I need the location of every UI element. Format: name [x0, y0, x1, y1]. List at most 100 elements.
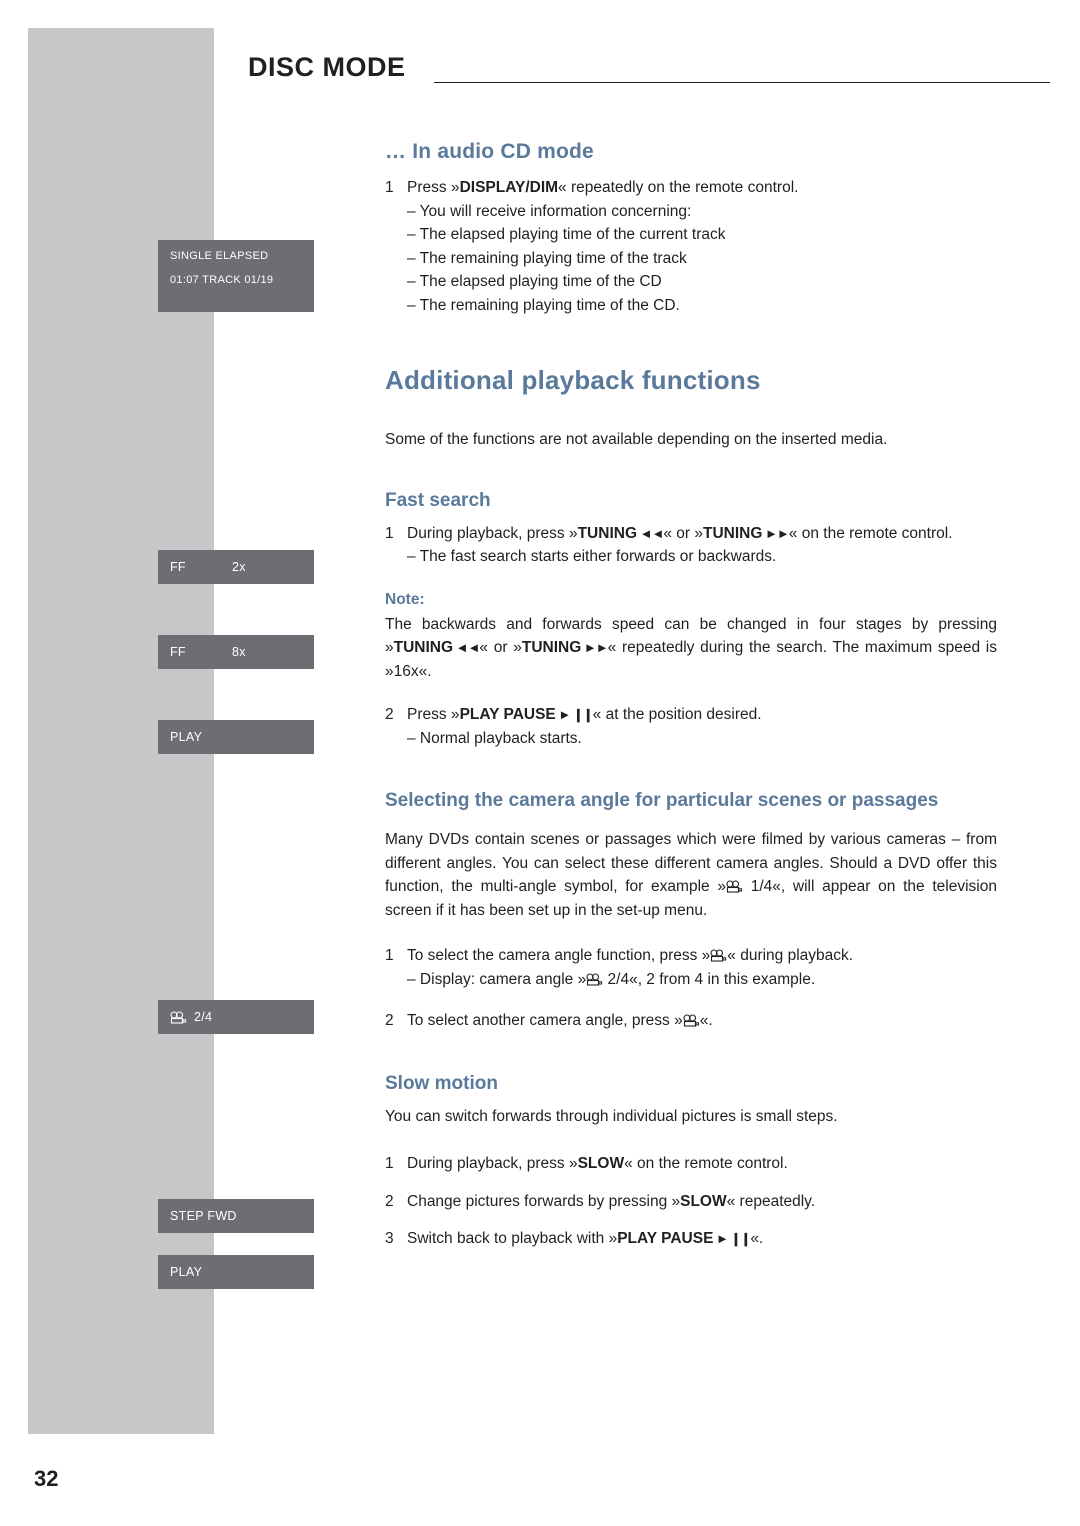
tuning-key-fwd: TUNING	[703, 524, 763, 542]
slow-motion-heading: Slow motion	[385, 1072, 498, 1094]
note-rewind-icon: ◄◄	[453, 640, 481, 655]
fast-search-step-2: 2 Press »PLAY PAUSE ► ❙❙« at the positio…	[385, 703, 997, 727]
audio-cd-step-1: 1 Press »DISPLAY/DIM« repeatedly on the …	[385, 176, 997, 200]
camera-angle-intro: Many DVDs contain scenes or passages whi…	[385, 828, 997, 922]
fs-s1-c: « on the remote control.	[788, 524, 953, 542]
ff-8x-display: FF 8x	[158, 635, 314, 669]
ff-8x-value: 8x	[232, 645, 246, 659]
play-display-1: PLAY	[158, 720, 314, 754]
sm-s2-a: Change pictures forwards by pressing »	[407, 1192, 681, 1210]
fast-search-step-2-result: – Normal playback starts.	[407, 729, 582, 747]
fast-search-heading: Fast search	[385, 489, 491, 511]
slow-key-2: SLOW	[680, 1192, 727, 1210]
audio-cd-bullet-0: – You will receive information concernin…	[407, 202, 692, 220]
sm-s2-c: « repeatedly.	[726, 1192, 816, 1210]
slow-motion-step-3-text: Switch back to playback with »PLAY PAUSE…	[407, 1227, 997, 1251]
sm-s3-c: «.	[750, 1230, 764, 1247]
slow-motion-step-2-number: 2	[385, 1192, 394, 1210]
camera-angle-step-2-number: 2	[385, 1012, 394, 1029]
play-2-key: PLAY	[170, 1265, 203, 1279]
fast-search-note: The backwards and forwards speed can be …	[385, 613, 997, 684]
multi-angle-icon-step2	[683, 1014, 700, 1027]
multi-angle-icon-result	[586, 972, 603, 986]
slow-motion-step-1: 1 During playback, press »SLOW« on the r…	[385, 1152, 997, 1176]
audio-cd-heading: … In audio CD mode	[385, 140, 594, 163]
audio-cd-step-1-a: Press »	[407, 179, 460, 196]
page: DISC MODE SINGLE ELAPSED 01:07 TRACK 01/…	[0, 0, 1080, 1526]
display-dim-key: DISPLAY/DIM	[459, 179, 559, 196]
fast-search-step-1-number: 1	[385, 524, 394, 542]
audio-cd-bullet-4: – The remaining playing time of the CD.	[407, 296, 680, 314]
slow-motion-step-1-text: During playback, press »SLOW« on the rem…	[407, 1152, 997, 1176]
fast-forward-icon: ►►	[762, 525, 790, 541]
main-content: … In audio CD mode 1 Press »DISPLAY/DIM«…	[385, 140, 997, 1251]
fast-search-result: – The fast search starts either forwards…	[407, 548, 777, 565]
sm-s1-c: « on the remote control.	[624, 1155, 788, 1172]
camera-angle-step-2: 2 To select another camera angle, press …	[385, 1009, 997, 1033]
header-rule	[434, 82, 1050, 83]
slow-motion-step-1-number: 1	[385, 1155, 394, 1172]
fs-s2-a: Press »	[407, 706, 460, 723]
fast-search-step-2-number: 2	[385, 706, 394, 723]
multi-angle-icon-inline	[726, 880, 743, 893]
ff-8x-key: FF	[170, 645, 186, 659]
page-header: DISC MODE	[248, 52, 1050, 92]
cam-s1-b: « during playback.	[727, 947, 854, 964]
audio-cd-step-1-number: 1	[385, 179, 394, 196]
fs-s2-c: « at the position desired.	[592, 706, 762, 723]
rewind-icon: ◄◄	[637, 525, 665, 541]
play-1-key: PLAY	[170, 730, 203, 744]
camera-angle-icon	[170, 1010, 187, 1024]
sm-s1-a: During playback, press »	[407, 1155, 578, 1172]
cam-s2-b: «.	[699, 1012, 713, 1029]
camera-angle-step-1-result: – Display: camera angle » 2/4«, 2 from 4…	[385, 968, 997, 992]
single-elapsed-line2: 01:07 TRACK 01/19	[170, 274, 274, 286]
step-fwd-key: STEP FWD	[170, 1209, 237, 1223]
note-fast-forward-icon: ►►	[581, 640, 609, 655]
fs-s1-a: During playback, press »	[407, 524, 578, 542]
additional-playback-intro: Some of the functions are not available …	[385, 431, 888, 448]
tuning-key-back: TUNING	[577, 524, 638, 542]
step-fwd-display: STEP FWD	[158, 1199, 314, 1233]
cam-s1-res-a: – Display: camera angle »	[407, 970, 587, 988]
multi-angle-icon-step1	[710, 949, 727, 962]
note-tuning-key-back: TUNING	[393, 639, 454, 656]
ff-2x-value: 2x	[232, 560, 246, 574]
page-title: DISC MODE	[248, 52, 406, 82]
cam-s1-a: To select the camera angle function, pre…	[407, 947, 711, 964]
fast-search-step-1: 1 During playback, press »TUNING ◄◄« or …	[385, 522, 997, 546]
ff-2x-key: FF	[170, 560, 186, 574]
audio-cd-step-1-c: « repeatedly on the remote control.	[558, 179, 799, 196]
slow-key-1: SLOW	[577, 1155, 625, 1172]
cam-s2-a: To select another camera angle, press »	[407, 1012, 683, 1029]
audio-cd-bullet-3: – The elapsed playing time of the CD	[407, 273, 662, 290]
camera-angle-step-1-number: 1	[385, 947, 394, 964]
slow-motion-step-3: 3 Switch back to playback with »PLAY PAU…	[385, 1227, 997, 1251]
note-label: Note:	[385, 590, 425, 608]
additional-playback-title: Additional playback functions	[385, 365, 761, 395]
audio-cd-bullet-2: – The remaining playing time of the trac…	[407, 249, 687, 267]
angle-display: 2/4	[158, 1000, 314, 1034]
play-pause-icon-2: ► ❙❙	[713, 1231, 751, 1246]
camera-angle-heading: Selecting the camera angle for particula…	[385, 790, 939, 811]
ff-2x-display: FF 2x	[158, 550, 314, 584]
single-elapsed-line1: SINGLE ELAPSED	[170, 250, 269, 262]
fs-s1-b: « or »	[663, 524, 704, 542]
play-pause-icon-1: ► ❙❙	[555, 707, 593, 722]
camera-angle-step-1: 1 To select the camera angle function, p…	[385, 944, 997, 968]
play-display-2: PLAY	[158, 1255, 314, 1289]
angle-value: 2/4	[194, 1010, 213, 1024]
play-pause-key-1: PLAY PAUSE	[459, 706, 556, 723]
slow-motion-step-2-text: Change pictures forwards by pressing »SL…	[407, 1190, 997, 1214]
note-tuning-key-fwd: TUNING	[521, 639, 582, 656]
camera-angle-step-2-text: To select another camera angle, press » «…	[407, 1009, 997, 1033]
sm-s3-a: Switch back to playback with »	[407, 1230, 618, 1247]
fast-search-step-1-text: During playback, press »TUNING ◄◄« or »T…	[407, 522, 997, 546]
single-elapsed-display: SINGLE ELAPSED 01:07 TRACK 01/19	[158, 240, 314, 312]
slow-motion-intro: You can switch forwards through individu…	[385, 1107, 838, 1125]
slow-motion-step-2: 2 Change pictures forwards by pressing »…	[385, 1190, 997, 1214]
page-number: 32	[34, 1466, 59, 1491]
play-pause-key-2: PLAY PAUSE	[617, 1230, 714, 1247]
audio-cd-step-1-text: Press »DISPLAY/DIM« repeatedly on the re…	[407, 176, 997, 200]
cam-s1-res-b: 2/4«, 2 from 4 in this example.	[603, 970, 816, 988]
